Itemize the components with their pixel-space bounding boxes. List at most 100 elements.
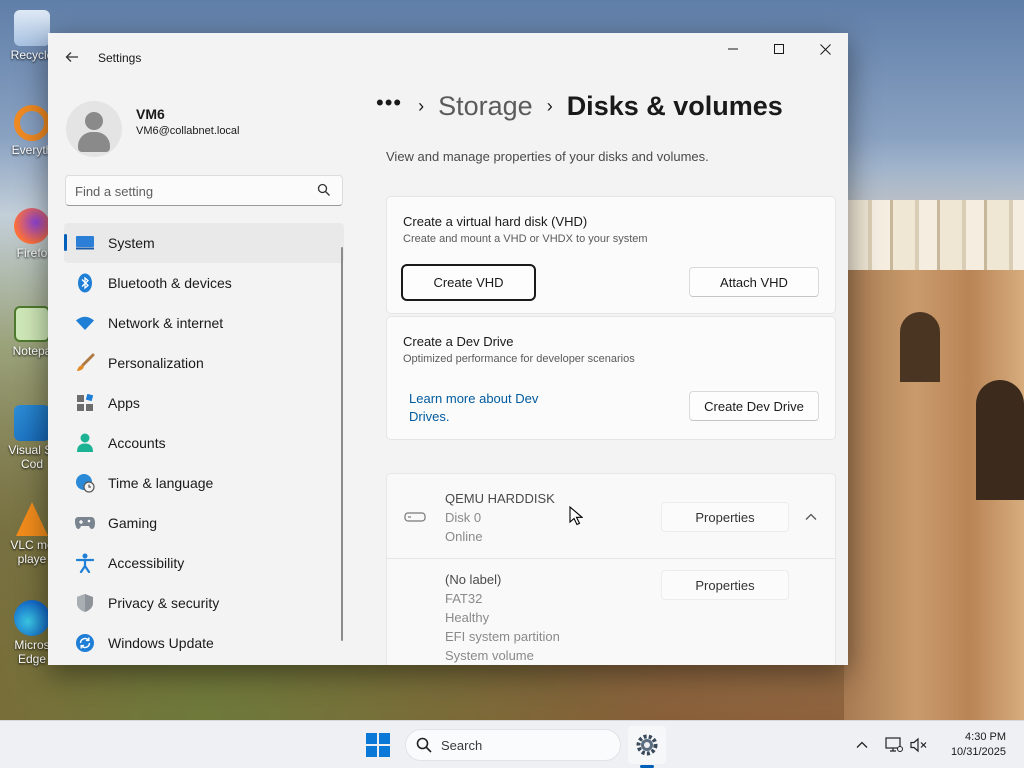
disk-name: QEMU HARDDISK xyxy=(445,491,555,506)
taskbar-clock[interactable]: 4:30 PM 10/31/2025 xyxy=(951,730,1006,760)
minimize-icon xyxy=(728,48,738,50)
taskbar-search-label: Search xyxy=(441,738,483,753)
link-line-2: Drives. xyxy=(409,409,450,424)
search-input[interactable] xyxy=(75,182,305,200)
taskbar: Search 4:30 PM 10/31/2025 xyxy=(0,720,1024,768)
avatar-head xyxy=(85,112,103,130)
volume-role: System volume xyxy=(445,648,534,663)
nav-item-windows-update[interactable]: Windows Update xyxy=(64,623,344,663)
chevron-up-icon xyxy=(805,513,817,520)
everything-search-icon xyxy=(14,105,50,141)
breadcrumb-chevron-icon: › xyxy=(546,96,553,116)
create-dev-drive-button[interactable]: Create Dev Drive xyxy=(689,391,819,421)
dev-drive-card-title: Create a Dev Drive xyxy=(403,334,514,349)
avatar-body xyxy=(78,132,110,152)
bluetooth-icon xyxy=(75,273,95,293)
nav-label: Accounts xyxy=(108,435,166,451)
dev-drive-card-description: Optimized performance for developer scen… xyxy=(403,353,635,365)
nav-label: System xyxy=(108,235,155,251)
back-arrow-icon xyxy=(65,52,78,62)
user-name: VM6 xyxy=(136,106,165,122)
start-button[interactable] xyxy=(366,733,390,757)
nav-item-apps[interactable]: Apps xyxy=(64,383,344,423)
recycle-bin-icon xyxy=(14,10,50,46)
nav-label: Accessibility xyxy=(108,555,185,571)
disk-status: Online xyxy=(445,529,483,544)
network-icon xyxy=(885,737,903,752)
nav-item-personalization[interactable]: Personalization xyxy=(64,343,344,383)
breadcrumb-storage-link[interactable]: Storage xyxy=(438,91,533,122)
app-title: Settings xyxy=(98,51,142,65)
mouse-cursor-icon xyxy=(569,506,583,526)
vhd-card-title: Create a virtual hard disk (VHD) xyxy=(403,214,588,229)
minimize-button[interactable] xyxy=(710,33,756,65)
breadcrumb: ••• › Storage › Disks & volumes xyxy=(376,90,783,122)
vlc-icon xyxy=(16,502,48,536)
volume-filesystem: FAT32 xyxy=(445,591,483,606)
nav-item-system[interactable]: System xyxy=(64,223,344,263)
vscode-icon xyxy=(14,405,50,441)
desktop-wallpaper-town xyxy=(846,200,1024,280)
desktop-wallpaper-arch xyxy=(976,380,1024,500)
settings-nav: System Bluetooth & devices Network & int… xyxy=(64,223,344,663)
clock-date: 10/31/2025 xyxy=(950,746,1006,758)
shield-icon xyxy=(75,593,95,613)
disk-properties-button[interactable]: Properties xyxy=(661,502,789,532)
network-tray-button[interactable] xyxy=(883,735,905,755)
attach-vhd-button[interactable]: Attach VHD xyxy=(689,267,819,297)
breadcrumb-chevron-icon: › xyxy=(418,96,425,116)
accessibility-icon xyxy=(75,553,95,573)
find-setting-search[interactable] xyxy=(65,175,343,206)
collapse-disk-button[interactable] xyxy=(795,502,827,532)
nav-item-privacy-security[interactable]: Privacy & security xyxy=(64,583,344,623)
nav-item-network-internet[interactable]: Network & internet xyxy=(64,303,344,343)
nav-item-accounts[interactable]: Accounts xyxy=(64,423,344,463)
volume-health: Healthy xyxy=(445,610,490,625)
windows-logo-icon xyxy=(366,733,390,757)
breadcrumb-overflow-button[interactable]: ••• xyxy=(376,90,402,116)
taskbar-settings-app[interactable] xyxy=(628,726,666,764)
accounts-icon xyxy=(75,433,95,453)
hard-disk-icon xyxy=(404,512,426,522)
avatar[interactable] xyxy=(66,101,122,157)
maximize-button[interactable] xyxy=(756,33,802,65)
edge-icon xyxy=(14,600,50,636)
nav-label: Apps xyxy=(108,395,140,411)
nav-item-bluetooth-devices[interactable]: Bluetooth & devices xyxy=(64,263,344,303)
nav-item-accessibility[interactable]: Accessibility xyxy=(64,543,344,583)
user-email: VM6@collabnet.local xyxy=(136,125,240,137)
show-hidden-icons-button[interactable] xyxy=(851,735,873,755)
nav-label: Bluetooth & devices xyxy=(108,275,232,291)
maximize-icon xyxy=(774,44,784,54)
nav-label: Windows Update xyxy=(108,635,214,651)
desktop-wallpaper-arch-small xyxy=(900,312,940,382)
speaker-muted-icon xyxy=(910,737,927,753)
nav-item-time-language[interactable]: Time & language xyxy=(64,463,344,503)
title-bar[interactable]: Settings xyxy=(48,33,848,81)
close-button[interactable] xyxy=(802,33,848,65)
nav-label: Gaming xyxy=(108,515,158,531)
nav-label: Personalization xyxy=(108,355,204,371)
dev-drive-card: Create a Dev Drive Optimized performance… xyxy=(386,316,836,440)
search-icon xyxy=(317,183,330,196)
brush-icon xyxy=(75,353,95,373)
nav-label: Network & internet xyxy=(108,315,224,331)
update-icon xyxy=(75,633,95,653)
gamepad-icon xyxy=(75,513,95,533)
globe-clock-icon xyxy=(75,473,95,493)
create-vhd-button[interactable]: Create VHD xyxy=(401,264,536,301)
chevron-up-icon xyxy=(856,741,868,748)
firefox-icon xyxy=(14,208,50,244)
learn-more-dev-drives-link[interactable]: Learn more about Dev Drives. xyxy=(409,390,538,426)
taskbar-search-box[interactable]: Search xyxy=(405,729,621,761)
settings-window: Settings VM6 VM6@collabnet.local System xyxy=(48,33,848,665)
nav-label: Time & language xyxy=(108,475,214,491)
nav-scrollbar[interactable] xyxy=(341,247,343,641)
vhd-card: Create a virtual hard disk (VHD) Create … xyxy=(386,196,836,314)
volume-tray-button[interactable] xyxy=(908,735,930,755)
disk-divider xyxy=(387,558,835,559)
nav-item-gaming[interactable]: Gaming xyxy=(64,503,344,543)
volume-properties-button[interactable]: Properties xyxy=(661,570,789,600)
apps-icon xyxy=(75,393,95,413)
back-button[interactable] xyxy=(60,45,84,69)
